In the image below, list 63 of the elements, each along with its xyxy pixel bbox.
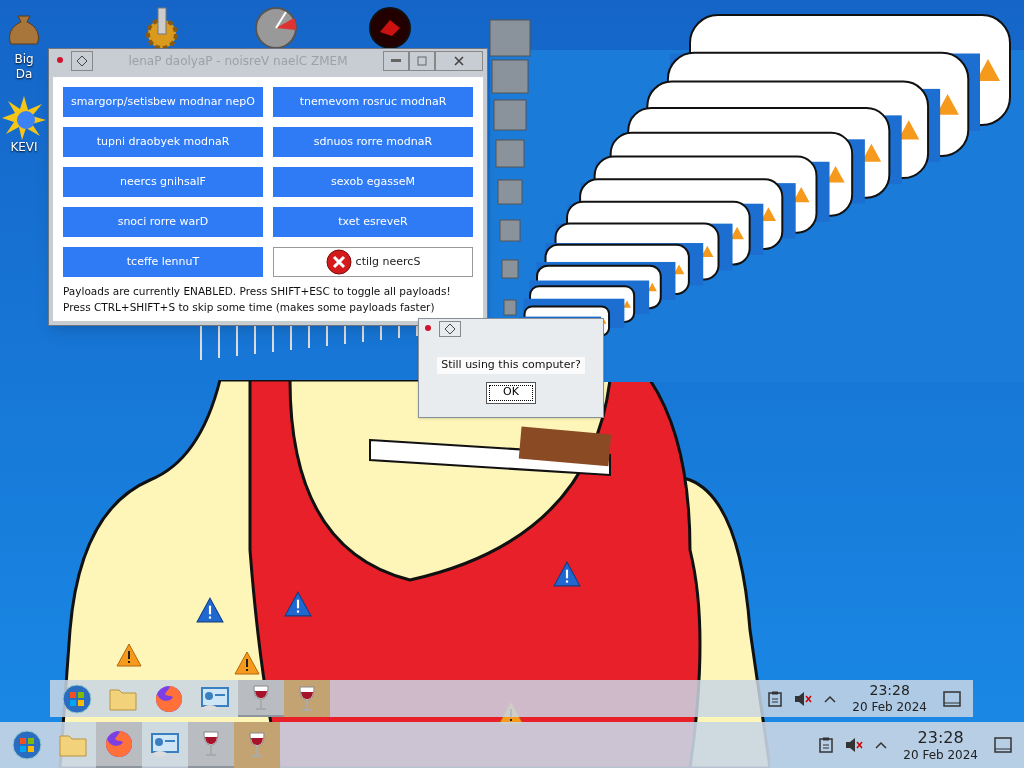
caret-up-icon[interactable] bbox=[824, 694, 837, 703]
gauge-icon bbox=[254, 6, 298, 50]
payload-toggle-button[interactable]: sexob egasseM bbox=[273, 167, 473, 197]
minimize-button[interactable] bbox=[383, 51, 409, 71]
clock-time: 23:28 bbox=[917, 727, 964, 748]
warning-icon bbox=[234, 650, 260, 676]
clock-date: 20 Feb 2024 bbox=[903, 747, 978, 763]
wine-glass-icon bbox=[297, 684, 317, 713]
taskbar-button[interactable] bbox=[188, 722, 234, 768]
close-icon bbox=[454, 56, 464, 66]
fox-globe-icon bbox=[105, 730, 133, 758]
sun-globe-icon bbox=[2, 96, 46, 140]
taskbar-button[interactable] bbox=[234, 722, 280, 768]
wine-glass-icon bbox=[251, 683, 271, 712]
payload-toggle-button[interactable]: tnemevom rosruc modnaR bbox=[273, 87, 473, 117]
payload-toggle-button[interactable]: sdnuos rorre modnaR bbox=[273, 127, 473, 157]
monitor-panel-icon bbox=[150, 732, 180, 758]
wine-glass-icon bbox=[201, 730, 221, 758]
ok-button[interactable]: OK bbox=[486, 381, 536, 404]
clock-date: 20 Feb 2024 bbox=[852, 699, 927, 715]
payload-toggle-button[interactable]: txet esreveR bbox=[273, 207, 473, 237]
start-orb-icon bbox=[12, 730, 42, 760]
error-icon bbox=[325, 249, 352, 275]
info-triangle-icon bbox=[284, 591, 312, 617]
minimize-icon bbox=[391, 59, 401, 63]
status-text: Press CTRL+SHIFT+S to skip some time (makes some payloads faster) bbox=[63, 300, 436, 315]
show-desktop-icon[interactable] bbox=[943, 690, 961, 707]
payload-toggle-button[interactable]: ctilg neercS bbox=[273, 247, 473, 277]
start-orb-icon bbox=[62, 683, 92, 714]
taskbar-button[interactable] bbox=[238, 680, 284, 717]
folder-icon bbox=[59, 733, 87, 757]
dialog-message: Still using this computer? bbox=[437, 357, 585, 374]
desktop-icon-label[interactable]: Big bbox=[14, 52, 34, 67]
diamond-icon bbox=[445, 324, 455, 334]
monitor-panel-icon bbox=[200, 685, 230, 712]
diamond-icon bbox=[77, 56, 87, 66]
warning-icon bbox=[116, 642, 142, 668]
maximize-icon bbox=[417, 56, 427, 66]
show-desktop-icon[interactable] bbox=[994, 737, 1012, 753]
info-triangle-icon bbox=[553, 561, 581, 587]
wine-glass-icon bbox=[247, 731, 267, 759]
info-triangle-icon bbox=[196, 597, 224, 623]
pin-button[interactable] bbox=[439, 321, 461, 337]
payload-toggle-button[interactable]: snoci rorre warD bbox=[63, 207, 263, 237]
dark-disc-icon bbox=[368, 6, 412, 50]
muted-speaker-icon[interactable] bbox=[845, 737, 864, 753]
taskbar-button[interactable] bbox=[284, 680, 330, 717]
caret-up-icon[interactable] bbox=[875, 741, 888, 749]
clock-time: 23:28 bbox=[869, 682, 910, 700]
pin-button[interactable] bbox=[71, 51, 93, 71]
desktop-icon-label[interactable]: KEVI bbox=[10, 140, 38, 155]
close-button[interactable] bbox=[435, 51, 483, 71]
clipboard-icon[interactable] bbox=[819, 737, 834, 753]
fox-globe-icon bbox=[155, 684, 183, 713]
muted-speaker-icon[interactable] bbox=[794, 690, 813, 707]
folder-icon bbox=[109, 686, 137, 711]
payload-toggle-button[interactable]: neercs gnihsalF bbox=[63, 167, 263, 197]
payload-toggle-button[interactable]: smargorp/setisbew modnar nepO bbox=[63, 87, 263, 117]
payload-toggle-button[interactable]: tceffe lennuT bbox=[63, 247, 263, 277]
clipboard-icon[interactable] bbox=[768, 690, 783, 707]
desktop-icon-label[interactable]: Da bbox=[15, 67, 33, 82]
payload-toggle-button[interactable]: tupni draobyek modnaR bbox=[63, 127, 263, 157]
status-text: Payloads are currently ENABLED. Press SHIFT+ESC to toggle all payloads! bbox=[63, 284, 452, 299]
